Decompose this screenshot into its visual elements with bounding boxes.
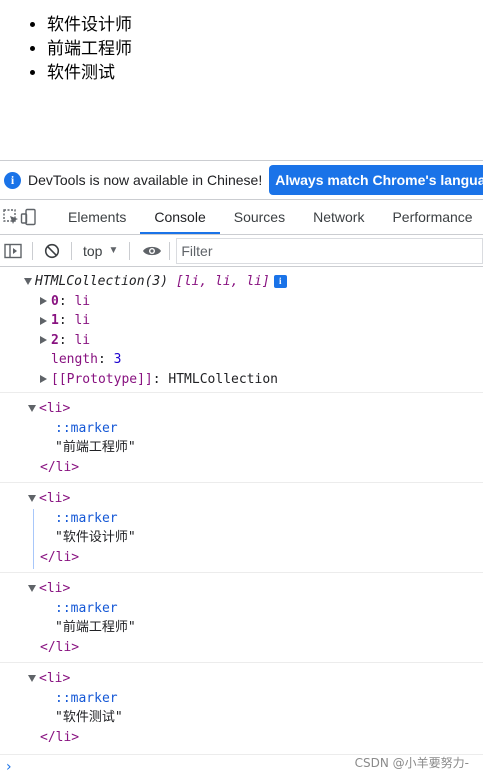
list-item: 软件测试 (47, 61, 483, 85)
live-expression-eye-icon[interactable] (137, 239, 167, 263)
marker-pseudo: ::marker (55, 690, 118, 706)
info-badge-icon[interactable]: i (273, 275, 287, 288)
expand-triangle-icon[interactable] (24, 278, 32, 285)
close-tag: </li> (40, 459, 80, 475)
element-pseudo[interactable]: ::marker (28, 689, 483, 709)
prototype-key: [[Prototype]] (51, 371, 153, 387)
open-tag: <li> (39, 401, 71, 416)
filter-placeholder: Filter (181, 242, 213, 259)
length-value: 3 (113, 352, 122, 367)
text-node: "前端工程师" (55, 620, 136, 635)
collapsed-triangle-icon[interactable] (40, 336, 47, 344)
entry-value: li (74, 332, 91, 348)
console-toolbar: top ▼ Filter (0, 235, 483, 267)
close-tag: </li> (40, 549, 80, 565)
collection-summary[interactable]: HTMLCollection(3) [li, li, li] i (24, 272, 483, 292)
element-pseudo[interactable]: ::marker (28, 419, 483, 439)
expand-triangle-icon[interactable] (28, 405, 36, 412)
expand-triangle-icon[interactable] (28, 585, 36, 592)
console-messages: HTMLCollection(3) [li, li, li] i 0: li 1:… (0, 267, 483, 752)
page-list: 软件设计师 前端工程师 软件测试 (0, 0, 483, 85)
list-item: 前端工程师 (47, 37, 483, 61)
console-message-collection: HTMLCollection(3) [li, li, li] i 0: li 1:… (0, 267, 483, 393)
element-close-tag[interactable]: </li> (28, 638, 483, 658)
entry-key: 0 (51, 293, 59, 309)
expand-triangle-icon[interactable] (28, 495, 36, 502)
device-toolbar-icon[interactable] (20, 200, 38, 234)
collapsed-triangle-icon[interactable] (40, 297, 47, 305)
element-open-tag[interactable]: <li> (28, 399, 483, 419)
entry-key: 1 (51, 313, 59, 328)
element-pseudo[interactable]: ::marker (28, 509, 483, 529)
watermark: CSDN @小羊要努力- (354, 756, 469, 770)
language-infobar: i DevTools is now available in Chinese! … (0, 161, 483, 200)
element-pseudo[interactable]: ::marker (28, 599, 483, 619)
filter-input[interactable]: Filter (176, 237, 483, 264)
console-message-element: <li> ::marker "软件设计师" </li> (0, 483, 483, 573)
entry-key: 2 (51, 332, 59, 348)
element-open-tag[interactable]: <li> (28, 579, 483, 599)
element-text[interactable]: "前端工程师" (28, 618, 483, 638)
console-message-element: <li> ::marker "前端工程师" </li> (0, 573, 483, 663)
prototype-value: HTMLCollection (168, 371, 278, 387)
element-close-tag[interactable]: </li> (28, 728, 483, 748)
collapsed-triangle-icon[interactable] (40, 316, 47, 325)
devtools-panel: i DevTools is now available in Chinese! … (0, 160, 483, 779)
collection-prototype[interactable]: [[Prototype]]: HTMLCollection (24, 370, 483, 390)
list-item: 软件设计师 (47, 13, 483, 37)
infobar-text: DevTools is now available in Chinese! (28, 172, 263, 188)
match-language-button[interactable]: Always match Chrome's language (269, 165, 483, 195)
devtools-tabbar: Elements Console Sources Network Perform… (0, 200, 483, 235)
toolbar-divider (169, 241, 171, 260)
chevron-down-icon: ▼ (108, 245, 119, 256)
toolbar-divider (71, 241, 72, 260)
element-open-tag[interactable]: <li> (28, 669, 483, 689)
element-text[interactable]: "软件测试" (28, 708, 483, 728)
console-prompt-chevron-icon: › (6, 759, 12, 775)
tab-console[interactable]: Console (140, 200, 221, 234)
collection-entry[interactable]: 1: li (24, 311, 483, 331)
element-close-tag[interactable]: </li> (28, 458, 483, 478)
context-selector[interactable]: top ▼ (79, 243, 122, 259)
clear-console-icon[interactable] (40, 239, 64, 263)
length-key: length (51, 352, 98, 367)
collapsed-triangle-icon[interactable] (40, 375, 47, 383)
inspect-element-icon[interactable] (2, 200, 20, 234)
text-node: "前端工程师" (55, 440, 136, 455)
close-tag: </li> (40, 729, 80, 745)
element-text[interactable]: "软件设计师" (28, 528, 483, 548)
text-node: "软件测试" (55, 710, 123, 725)
tab-performance[interactable]: Performance (378, 200, 483, 234)
open-tag: <li> (39, 581, 71, 596)
open-tag: <li> (39, 491, 71, 506)
collection-length: length: 3 (51, 352, 122, 367)
toolbar-divider (129, 241, 131, 260)
marker-pseudo: ::marker (55, 600, 118, 616)
info-circle-icon: i (4, 171, 21, 189)
tab-network[interactable]: Network (299, 200, 378, 234)
console-sidebar-icon[interactable] (1, 239, 25, 263)
collection-entry[interactable]: 0: li (24, 292, 483, 312)
element-open-tag[interactable]: <li> (28, 489, 483, 509)
console-message-element: <li> ::marker "软件测试" </li> (0, 663, 483, 752)
marker-pseudo: ::marker (55, 510, 118, 526)
expand-triangle-icon[interactable] (28, 675, 36, 682)
console-message-element: <li> ::marker "前端工程师" </li> (0, 393, 483, 483)
close-tag: </li> (40, 639, 80, 655)
element-text[interactable]: "前端工程师" (28, 438, 483, 458)
element-close-tag[interactable]: </li> (28, 548, 483, 568)
rendered-page: 软件设计师 前端工程师 软件测试 (0, 0, 483, 160)
collection-entry[interactable]: 2: li (24, 331, 483, 351)
tab-sources[interactable]: Sources (220, 200, 299, 234)
entry-value: li (74, 313, 91, 328)
collection-name: HTMLCollection(3) (35, 274, 169, 289)
open-tag: <li> (39, 671, 71, 686)
context-label: top (83, 242, 103, 259)
collection-preview: [li, li, li] (175, 274, 270, 289)
entry-value: li (74, 293, 91, 309)
marker-pseudo: ::marker (55, 420, 118, 436)
text-node: "软件设计师" (55, 530, 136, 545)
toolbar-divider (32, 241, 33, 260)
tab-elements[interactable]: Elements (54, 200, 140, 234)
